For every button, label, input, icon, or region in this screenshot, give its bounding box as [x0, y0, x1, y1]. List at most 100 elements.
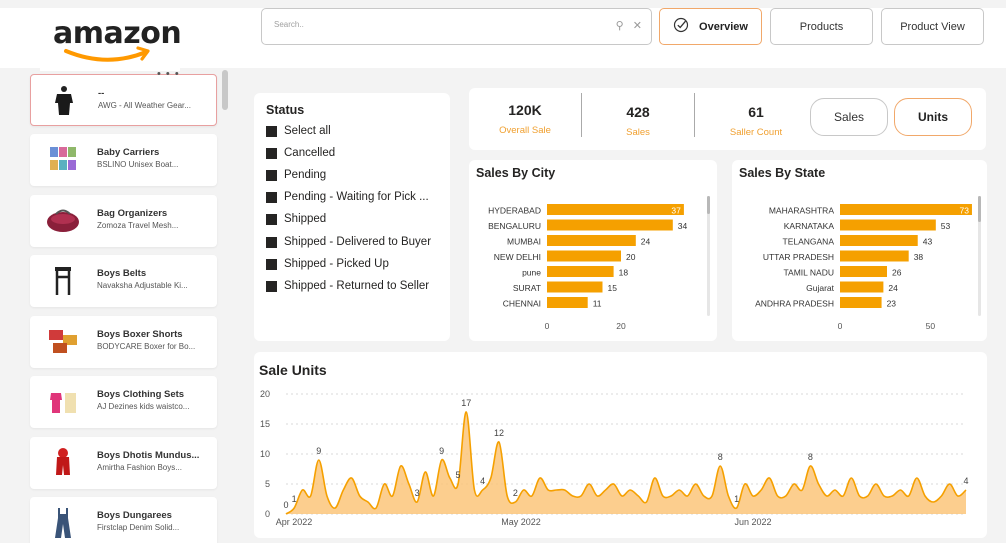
kpi-seller-count-label: Saller Count: [729, 127, 783, 138]
y-tick-label: 20: [260, 389, 270, 399]
status-option[interactable]: Shipped - Returned to Seller: [266, 280, 429, 292]
sidebar-item-subtitle: Navaksha Adjustable Ki...: [97, 281, 188, 290]
bar-value-label: 24: [641, 237, 651, 247]
status-title: Status: [266, 103, 305, 117]
nav-products-button[interactable]: Products: [770, 8, 873, 45]
checkbox[interactable]: [266, 213, 277, 225]
boxer-shorts-icon: [46, 324, 80, 360]
status-option-label: Shipped - Delivered to Buyer: [284, 236, 432, 248]
dhoti-icon: [46, 445, 80, 481]
bar-category-label: BENGALURU: [488, 221, 541, 231]
kpi-sales-label: Sales: [626, 127, 650, 138]
checkbox[interactable]: [266, 236, 277, 248]
status-option-label: Select all: [284, 125, 331, 137]
data-point-label: 0: [283, 500, 288, 510]
sidebar-item-0[interactable]: -- AWG - All Weather Gear...: [30, 74, 217, 126]
bar-value-label: 24: [888, 283, 898, 293]
search-box[interactable]: ⚲ ✕: [261, 8, 652, 45]
baby-carrier-icon: [46, 142, 80, 178]
checkbox[interactable]: [266, 191, 277, 203]
search-input[interactable]: [274, 20, 574, 29]
bar-value-label: 26: [892, 268, 902, 278]
tshirt-black-icon: [47, 83, 81, 119]
search-icon[interactable]: ⚲ ✕: [616, 19, 645, 32]
data-point-label: 12: [494, 428, 504, 438]
bar-value-label: 23: [887, 299, 897, 309]
data-point-label: 17: [461, 398, 471, 408]
bar: [840, 297, 882, 308]
sidebar-item-4[interactable]: Boys Boxer Shorts BODYCARE Boxer for Bo.…: [30, 316, 217, 368]
sale-units-panel: Sale Units 0 5 10 15 20 0 1 9 3 9 5 17 4 12 2 8 1 8 4 Apr 2…: [254, 352, 987, 538]
data-point-label: 5: [456, 470, 461, 480]
status-option[interactable]: Select all: [266, 125, 331, 137]
smile-arrow-icon: [64, 46, 150, 62]
bar-category-label: KARNATAKA: [784, 221, 835, 231]
bar-value-label: 53: [941, 221, 951, 231]
product-category-sidebar[interactable]: -- AWG - All Weather Gear... • • • Baby …: [27, 68, 232, 543]
sidebar-item-subtitle: BODYCARE Boxer for Bo...: [97, 342, 196, 351]
sidebar-item-5[interactable]: Boys Clothing Sets AJ Dezines kids waist…: [30, 376, 217, 428]
y-tick-label: 5: [265, 479, 270, 489]
checkbox[interactable]: [266, 147, 277, 159]
sidebar-item-2[interactable]: Bag Organizers Zomoza Travel Mesh...: [30, 195, 217, 247]
kpi-divider: [694, 93, 695, 137]
bar-value-label: 43: [923, 237, 933, 247]
status-option-label: Shipped - Returned to Seller: [284, 280, 430, 292]
status-option[interactable]: Pending: [266, 169, 326, 181]
bar-value-label: 18: [619, 268, 629, 278]
clothing-set-icon: [46, 384, 80, 420]
nav-products-label: Products: [799, 20, 844, 33]
bar-category-label: TELANGANA: [783, 237, 835, 247]
checkbox[interactable]: [266, 125, 277, 137]
status-option[interactable]: Shipped - Picked Up: [266, 258, 389, 270]
status-option[interactable]: Pending - Waiting for Pick ...: [266, 191, 429, 203]
x-tick-label: 0: [545, 321, 550, 331]
status-option[interactable]: Cancelled: [266, 147, 335, 159]
bar-value-label: 37: [671, 206, 681, 216]
bag-organizer-icon: [46, 203, 80, 239]
toggle-units-button[interactable]: Units: [894, 98, 972, 136]
y-tick-label: 0: [265, 509, 270, 519]
status-option-label: Pending - Waiting for Pick ...: [284, 191, 429, 203]
more-options-icon[interactable]: • • •: [157, 68, 180, 80]
bar: [840, 235, 918, 246]
toggle-sales-button[interactable]: Sales: [810, 98, 888, 136]
bar-value-label: 20: [626, 252, 636, 262]
sidebar-scrollbar[interactable]: [222, 70, 228, 110]
sidebar-item-title: Boys Dungarees: [97, 510, 172, 521]
bar-category-label: TAMIL NADU: [783, 268, 834, 278]
status-option[interactable]: Shipped: [266, 213, 326, 225]
sidebar-item-1[interactable]: Baby Carriers BSLINO Unisex Boat...: [30, 134, 217, 186]
x-tick-label: 20: [616, 321, 626, 331]
kpi-seller-count-value: 61: [748, 104, 764, 120]
sidebar-item-title: Bag Organizers: [97, 208, 168, 219]
x-tick-label: Jun 2022: [734, 517, 771, 527]
bar: [547, 281, 603, 293]
bar: [840, 281, 884, 293]
sale-units-chart: 051015200193951741228184Apr 2022 May 2022…: [260, 389, 969, 527]
checkbox[interactable]: [266, 280, 277, 292]
sidebar-item-6[interactable]: Boys Dhotis Mundus... Amirtha Fashion Bo…: [30, 437, 217, 489]
sidebar-item-title: Boys Belts: [97, 268, 147, 279]
checkbox[interactable]: [266, 169, 277, 181]
nav-overview-button[interactable]: Overview: [659, 8, 762, 45]
bar-category-label: UTTAR PRADESH: [763, 252, 834, 262]
status-option[interactable]: Shipped - Delivered to Buyer: [266, 236, 431, 248]
sidebar-item-subtitle: Zomoza Travel Mesh...: [97, 221, 179, 230]
bar: [547, 250, 621, 262]
bar: [547, 297, 588, 308]
kpi-divider: [581, 93, 582, 137]
data-point-label: 1: [292, 494, 297, 504]
checkbox[interactable]: [266, 258, 277, 270]
nav-product-view-button[interactable]: Product View: [881, 8, 984, 45]
kpi-overall-sale-value: 120K: [508, 102, 542, 118]
status-option-label: Shipped - Picked Up: [284, 258, 389, 270]
toggle-units-label: Units: [918, 110, 948, 124]
sales-by-state-chart: MAHARASHTRA 73 KARNATAKA 53 TELANGANA 43 UTTAR…: [755, 196, 981, 331]
bar-category-label: NEW DELHI: [494, 252, 541, 262]
sidebar-item-7[interactable]: Boys Dungarees Firstclap Denim Solid...: [30, 497, 217, 543]
bar-category-label: SURAT: [513, 283, 541, 293]
bar-category-label: HYDERABAD: [488, 206, 541, 216]
sidebar-item-3[interactable]: Boys Belts Navaksha Adjustable Ki...: [30, 255, 217, 307]
bar: [547, 235, 636, 246]
